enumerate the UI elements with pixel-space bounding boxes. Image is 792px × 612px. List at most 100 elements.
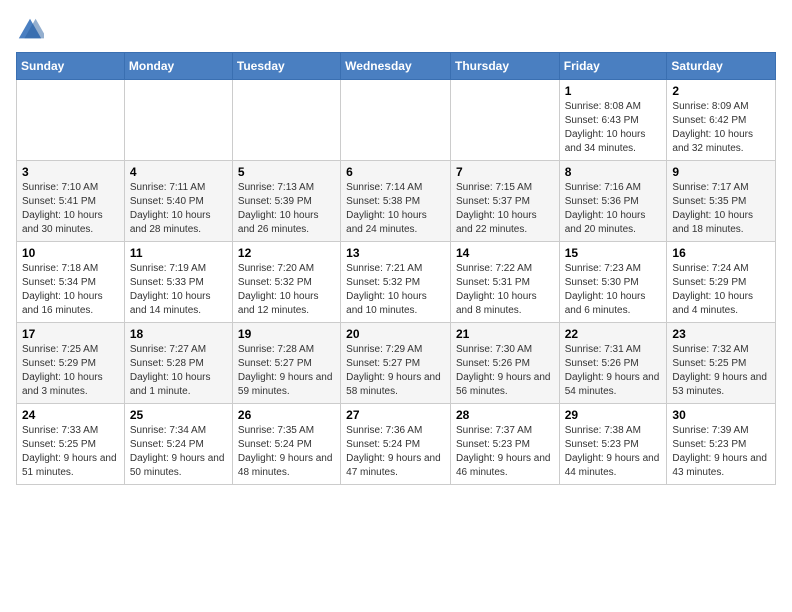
header-friday: Friday	[559, 53, 667, 80]
day-number: 23	[672, 327, 770, 341]
day-number: 21	[456, 327, 554, 341]
calendar-cell: 5 Sunrise: 7:13 AM Sunset: 5:39 PM Daylig…	[232, 161, 340, 242]
day-number: 10	[22, 246, 119, 260]
calendar-cell: 16 Sunrise: 7:24 AM Sunset: 5:29 PM Dayli…	[667, 242, 776, 323]
calendar-cell: 2 Sunrise: 8:09 AM Sunset: 6:42 PM Daylig…	[667, 80, 776, 161]
header-sunday: Sunday	[17, 53, 125, 80]
page-header	[16, 16, 776, 44]
calendar-table: SundayMondayTuesdayWednesdayThursdayFrid…	[16, 52, 776, 485]
calendar-cell	[341, 80, 451, 161]
day-info: Sunrise: 7:17 AM Sunset: 5:35 PM Dayligh…	[672, 181, 770, 237]
day-number: 24	[22, 408, 119, 422]
calendar-cell: 9 Sunrise: 7:17 AM Sunset: 5:35 PM Daylig…	[667, 161, 776, 242]
calendar-cell: 24 Sunrise: 7:33 AM Sunset: 5:25 PM Dayli…	[17, 404, 125, 485]
calendar-cell	[450, 80, 559, 161]
day-number: 12	[238, 246, 335, 260]
calendar-cell: 19 Sunrise: 7:28 AM Sunset: 5:27 PM Dayli…	[232, 323, 340, 404]
day-info: Sunrise: 7:28 AM Sunset: 5:27 PM Dayligh…	[238, 343, 335, 399]
calendar-cell: 11 Sunrise: 7:19 AM Sunset: 5:33 PM Dayli…	[124, 242, 232, 323]
day-info: Sunrise: 7:21 AM Sunset: 5:32 PM Dayligh…	[346, 262, 445, 318]
calendar-cell: 4 Sunrise: 7:11 AM Sunset: 5:40 PM Daylig…	[124, 161, 232, 242]
day-number: 16	[672, 246, 770, 260]
calendar-week-row: 17Sunrise: 7:25 AM Sunset: 5:29 PM Dayli…	[17, 323, 776, 404]
day-info: Sunrise: 7:31 AM Sunset: 5:26 PM Dayligh…	[565, 343, 662, 399]
day-info: Sunrise: 7:20 AM Sunset: 5:32 PM Dayligh…	[238, 262, 335, 318]
day-info: Sunrise: 7:23 AM Sunset: 5:30 PM Dayligh…	[565, 262, 662, 318]
calendar-cell: 1 Sunrise: 8:08 AM Sunset: 6:43 PM Daylig…	[559, 80, 667, 161]
day-number: 20	[346, 327, 445, 341]
day-info: Sunrise: 8:08 AM Sunset: 6:43 PM Dayligh…	[565, 100, 662, 156]
logo-icon	[16, 16, 44, 44]
calendar-cell: 7 Sunrise: 7:15 AM Sunset: 5:37 PM Daylig…	[450, 161, 559, 242]
day-number: 28	[456, 408, 554, 422]
header-saturday: Saturday	[667, 53, 776, 80]
day-info: Sunrise: 7:37 AM Sunset: 5:23 PM Dayligh…	[456, 424, 554, 480]
header-wednesday: Wednesday	[341, 53, 451, 80]
calendar-cell	[17, 80, 125, 161]
calendar-cell: 28 Sunrise: 7:37 AM Sunset: 5:23 PM Dayli…	[450, 404, 559, 485]
day-number: 3	[22, 165, 119, 179]
day-number: 29	[565, 408, 662, 422]
day-info: Sunrise: 7:29 AM Sunset: 5:27 PM Dayligh…	[346, 343, 445, 399]
day-info: Sunrise: 7:13 AM Sunset: 5:39 PM Dayligh…	[238, 181, 335, 237]
day-info: Sunrise: 7:10 AM Sunset: 5:41 PM Dayligh…	[22, 181, 119, 237]
calendar-cell: 10 Sunrise: 7:18 AM Sunset: 5:34 PM Dayli…	[17, 242, 125, 323]
day-info: Sunrise: 7:14 AM Sunset: 5:38 PM Dayligh…	[346, 181, 445, 237]
header-tuesday: Tuesday	[232, 53, 340, 80]
day-info: Sunrise: 7:18 AM Sunset: 5:34 PM Dayligh…	[22, 262, 119, 318]
calendar-cell	[124, 80, 232, 161]
day-info: Sunrise: 7:19 AM Sunset: 5:33 PM Dayligh…	[130, 262, 227, 318]
day-number: 26	[238, 408, 335, 422]
day-number: 19	[238, 327, 335, 341]
calendar-cell: 26 Sunrise: 7:35 AM Sunset: 5:24 PM Dayli…	[232, 404, 340, 485]
calendar-week-row: 3 Sunrise: 7:10 AM Sunset: 5:41 PM Daylig…	[17, 161, 776, 242]
day-info: Sunrise: 8:09 AM Sunset: 6:42 PM Dayligh…	[672, 100, 770, 156]
day-number: 22	[565, 327, 662, 341]
day-number: 15	[565, 246, 662, 260]
calendar-cell: 14Sunrise: 7:22 AM Sunset: 5:31 PM Dayli…	[450, 242, 559, 323]
calendar-header-row: SundayMondayTuesdayWednesdayThursdayFrid…	[17, 53, 776, 80]
calendar-cell: 22 Sunrise: 7:31 AM Sunset: 5:26 PM Dayli…	[559, 323, 667, 404]
day-info: Sunrise: 7:30 AM Sunset: 5:26 PM Dayligh…	[456, 343, 554, 399]
day-number: 27	[346, 408, 445, 422]
day-number: 9	[672, 165, 770, 179]
day-info: Sunrise: 7:36 AM Sunset: 5:24 PM Dayligh…	[346, 424, 445, 480]
day-info: Sunrise: 7:11 AM Sunset: 5:40 PM Dayligh…	[130, 181, 227, 237]
calendar-week-row: 1 Sunrise: 8:08 AM Sunset: 6:43 PM Daylig…	[17, 80, 776, 161]
day-info: Sunrise: 7:33 AM Sunset: 5:25 PM Dayligh…	[22, 424, 119, 480]
calendar-cell: 20 Sunrise: 7:29 AM Sunset: 5:27 PM Dayli…	[341, 323, 451, 404]
day-number: 5	[238, 165, 335, 179]
calendar-cell: 3 Sunrise: 7:10 AM Sunset: 5:41 PM Daylig…	[17, 161, 125, 242]
calendar-cell: 23Sunrise: 7:32 AM Sunset: 5:25 PM Dayli…	[667, 323, 776, 404]
day-info: Sunrise: 7:34 AM Sunset: 5:24 PM Dayligh…	[130, 424, 227, 480]
calendar-cell: 27 Sunrise: 7:36 AM Sunset: 5:24 PM Dayli…	[341, 404, 451, 485]
calendar-cell: 21 Sunrise: 7:30 AM Sunset: 5:26 PM Dayli…	[450, 323, 559, 404]
day-number: 4	[130, 165, 227, 179]
day-number: 7	[456, 165, 554, 179]
day-info: Sunrise: 7:38 AM Sunset: 5:23 PM Dayligh…	[565, 424, 662, 480]
calendar-cell: 13 Sunrise: 7:21 AM Sunset: 5:32 PM Dayli…	[341, 242, 451, 323]
header-thursday: Thursday	[450, 53, 559, 80]
day-info: Sunrise: 7:15 AM Sunset: 5:37 PM Dayligh…	[456, 181, 554, 237]
header-monday: Monday	[124, 53, 232, 80]
day-number: 8	[565, 165, 662, 179]
day-number: 11	[130, 246, 227, 260]
calendar-week-row: 10 Sunrise: 7:18 AM Sunset: 5:34 PM Dayli…	[17, 242, 776, 323]
calendar-cell: 8 Sunrise: 7:16 AM Sunset: 5:36 PM Daylig…	[559, 161, 667, 242]
day-number: 18	[130, 327, 227, 341]
day-info: Sunrise: 7:35 AM Sunset: 5:24 PM Dayligh…	[238, 424, 335, 480]
day-number: 6	[346, 165, 445, 179]
day-info: Sunrise: 7:27 AM Sunset: 5:28 PM Dayligh…	[130, 343, 227, 399]
day-number: 2	[672, 84, 770, 98]
day-number: 13	[346, 246, 445, 260]
day-info: Sunrise: 7:24 AM Sunset: 5:29 PM Dayligh…	[672, 262, 770, 318]
calendar-cell: 25 Sunrise: 7:34 AM Sunset: 5:24 PM Dayli…	[124, 404, 232, 485]
day-number: 14	[456, 246, 554, 260]
calendar-week-row: 24 Sunrise: 7:33 AM Sunset: 5:25 PM Dayli…	[17, 404, 776, 485]
logo	[16, 16, 48, 44]
calendar-cell: 29 Sunrise: 7:38 AM Sunset: 5:23 PM Dayli…	[559, 404, 667, 485]
day-info: Sunrise: 7:16 AM Sunset: 5:36 PM Dayligh…	[565, 181, 662, 237]
day-number: 25	[130, 408, 227, 422]
calendar-cell: 12 Sunrise: 7:20 AM Sunset: 5:32 PM Dayli…	[232, 242, 340, 323]
day-number: 1	[565, 84, 662, 98]
